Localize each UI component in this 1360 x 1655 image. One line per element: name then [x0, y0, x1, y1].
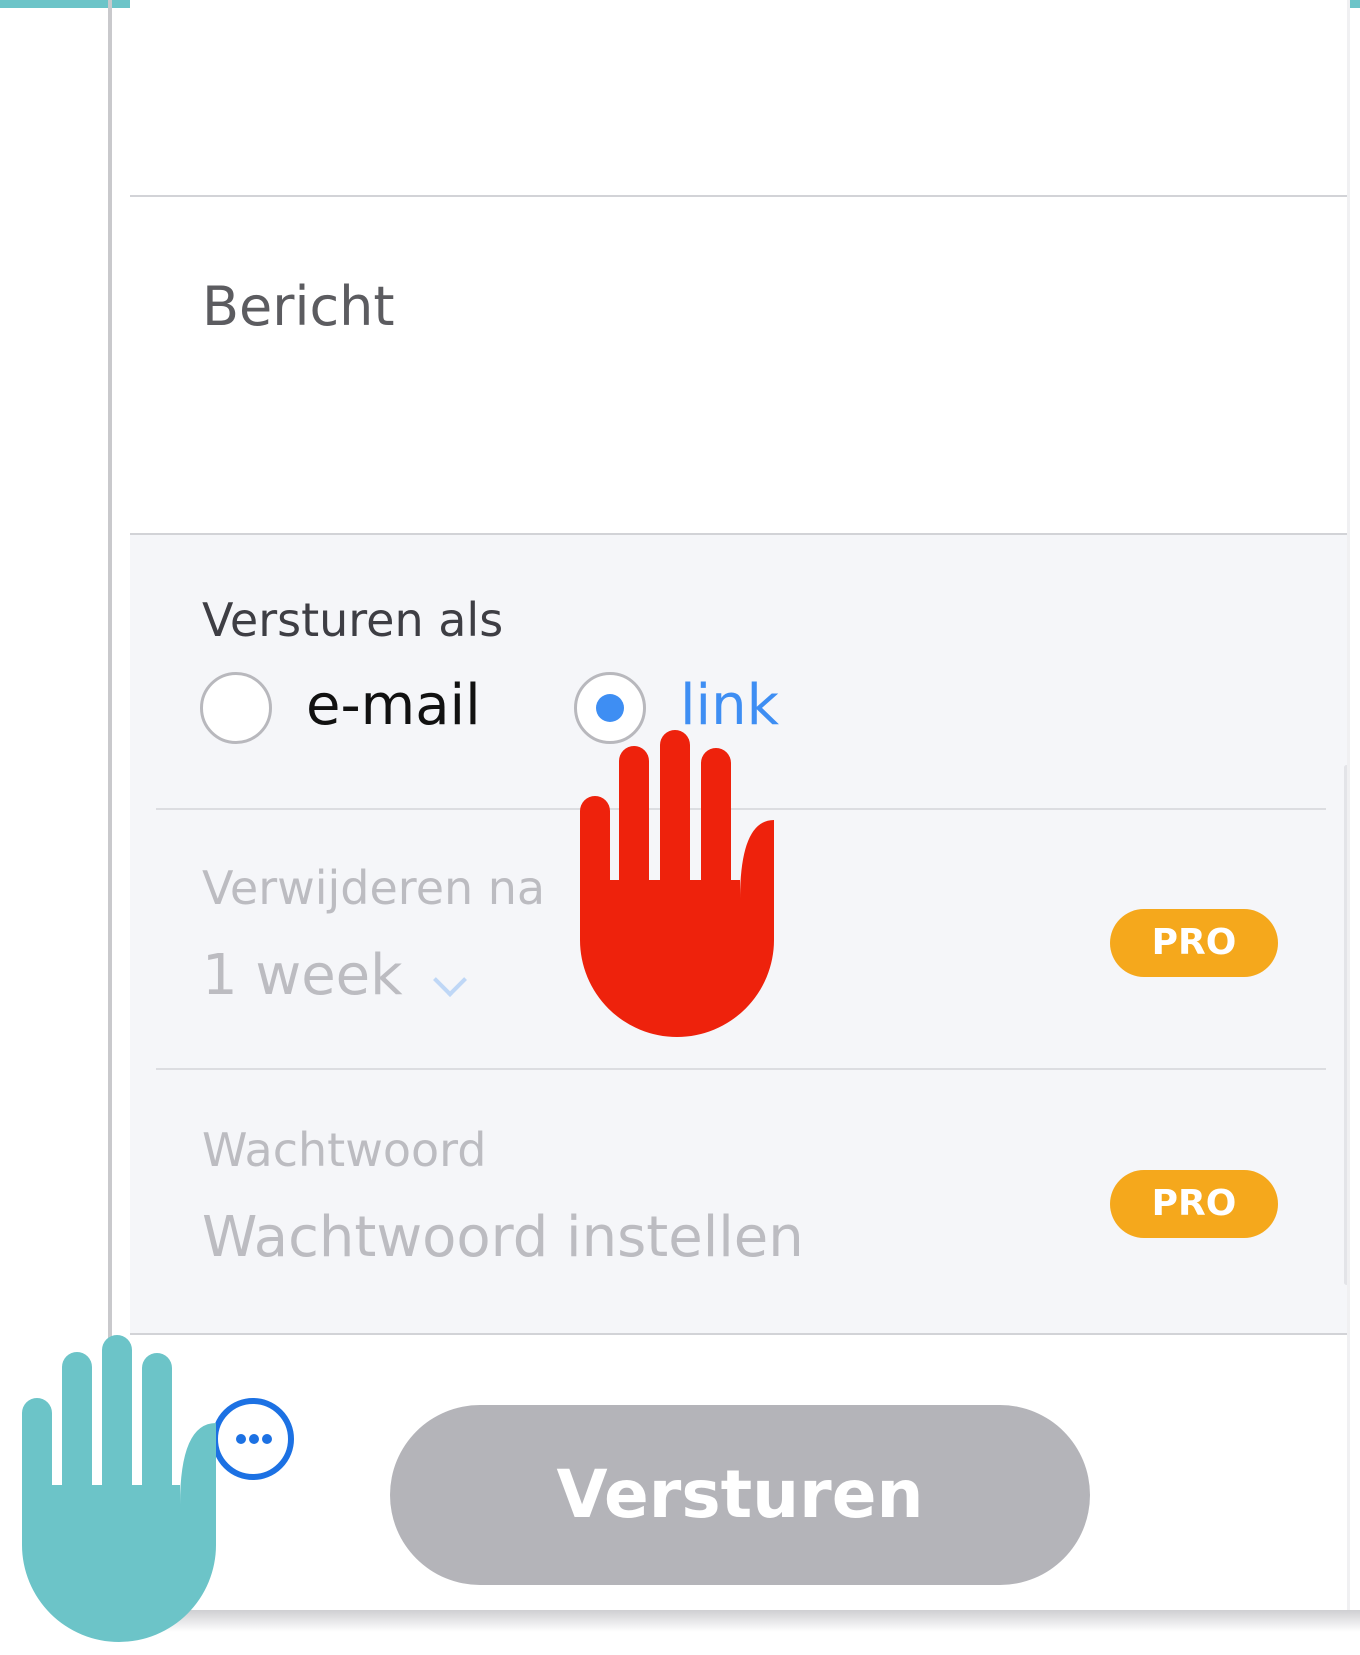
radio-selected-dot — [596, 694, 624, 722]
pro-badge-password[interactable]: PRO — [1110, 1170, 1278, 1238]
radio-email[interactable] — [200, 672, 272, 744]
radio-link-label[interactable]: link — [680, 673, 779, 738]
row-divider — [156, 1068, 1326, 1070]
send-button[interactable]: Versturen — [390, 1405, 1090, 1585]
more-horizontal-icon — [236, 1434, 246, 1444]
footer-divider — [130, 1333, 1350, 1335]
more-dot — [249, 1434, 259, 1444]
radio-email-label[interactable]: e-mail — [306, 673, 481, 738]
more-options-button[interactable] — [212, 1398, 294, 1480]
password-label: Wachtwoord — [202, 1123, 487, 1177]
message-field[interactable]: Bericht — [202, 275, 395, 338]
password-field[interactable]: Wachtwoord instellen — [202, 1205, 804, 1270]
stop-hand-icon — [22, 1335, 216, 1642]
window-shadow — [110, 1610, 1360, 1632]
send-as-label: Versturen als — [202, 593, 504, 647]
delete-after-label: Verwijderen na — [202, 861, 546, 915]
more-dot — [262, 1434, 272, 1444]
stop-hand-icon — [580, 730, 774, 1037]
window-right-edge — [1347, 0, 1350, 1610]
delete-after-select[interactable]: 1 week — [202, 943, 403, 1008]
pro-badge-delete[interactable]: PRO — [1110, 909, 1278, 977]
window-left-edge — [108, 0, 112, 1340]
chevron-down-icon[interactable] — [433, 963, 467, 997]
top-divider — [130, 195, 1350, 197]
